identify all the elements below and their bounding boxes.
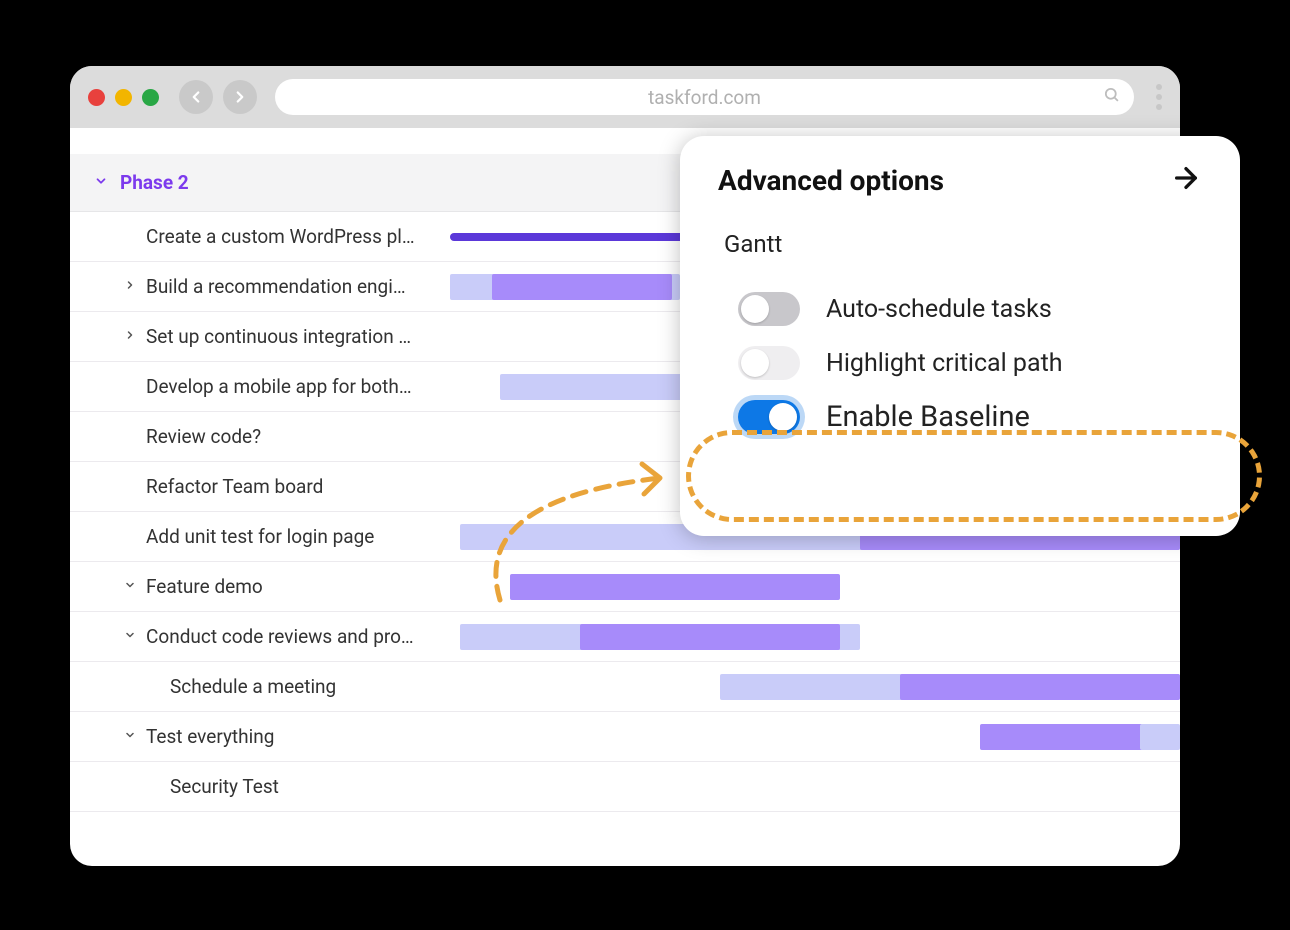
gantt-bar[interactable] [510,574,840,600]
url-text: taskford.com [648,86,761,109]
task-row[interactable]: Security Test [70,762,1180,812]
toggle-switch[interactable] [738,292,800,326]
toggle-switch[interactable] [738,346,800,380]
phase-title: Phase 2 [120,171,189,194]
task-label: Security Test [170,775,279,798]
toggle-switch[interactable] [738,400,800,434]
task-label: Feature demo [146,575,263,598]
task-label: Create a custom WordPress plu… [146,225,416,248]
gantt-bar[interactable] [580,624,840,650]
gantt-bar-cell [440,612,1180,661]
section-label: Gantt [724,230,1202,258]
close-window-button[interactable] [88,89,105,106]
task-label: Develop a mobile app for both iO… [146,375,416,398]
toggle-label: Highlight critical path [826,349,1063,378]
close-panel-button[interactable] [1170,162,1202,198]
chevron-down-icon [124,629,136,645]
gantt-bar[interactable] [900,674,1180,700]
gantt-bar-cell [440,712,1180,761]
task-row[interactable]: Feature demo [70,562,1180,612]
search-icon [1103,86,1120,108]
advanced-options-panel: Advanced options Gantt Auto-schedule tas… [680,136,1240,536]
task-label: Set up continuous integration an… [146,325,416,348]
toggle-highlight-critical-path[interactable]: Highlight critical path [718,336,1202,390]
browser-menu-button[interactable] [1156,84,1162,110]
toggle-enable-baseline[interactable]: Enable Baseline [718,390,1202,444]
chevron-right-icon [124,329,136,345]
toggle-auto-schedule[interactable]: Auto-schedule tasks [718,282,1202,336]
task-label: Add unit test for login page [146,525,374,548]
task-label: Refactor Team board [146,475,323,498]
gantt-bar-cell [440,762,1180,811]
gantt-bar[interactable] [492,274,672,300]
browser-chrome: taskford.com [70,66,1180,128]
task-row[interactable]: Test everything [70,712,1180,762]
task-label: Review code? [146,425,261,448]
gantt-bar-cell [440,562,1180,611]
traffic-lights [88,89,159,106]
gantt-bar-baseline[interactable] [1140,724,1180,750]
maximize-window-button[interactable] [142,89,159,106]
task-label: Conduct code reviews and provi… [146,625,416,648]
task-label: Test everything [146,725,274,748]
advanced-options-title: Advanced options [718,164,944,197]
task-row[interactable]: Conduct code reviews and provi… [70,612,1180,662]
task-label: Build a recommendation engine … [146,275,416,298]
chevron-down-icon [124,729,136,745]
chevron-down-icon [94,174,108,192]
gantt-bar[interactable] [980,724,1150,750]
task-label: Schedule a meeting [170,675,336,698]
url-bar[interactable]: taskford.com [275,79,1134,115]
toggle-label: Auto-schedule tasks [826,295,1052,324]
toggle-label: Enable Baseline [826,400,1030,434]
back-button[interactable] [179,80,213,114]
minimize-window-button[interactable] [115,89,132,106]
chevron-down-icon [124,579,136,595]
chevron-right-icon [124,279,136,295]
forward-button[interactable] [223,80,257,114]
gantt-bar-cell [440,662,1180,711]
task-row[interactable]: Schedule a meeting [70,662,1180,712]
